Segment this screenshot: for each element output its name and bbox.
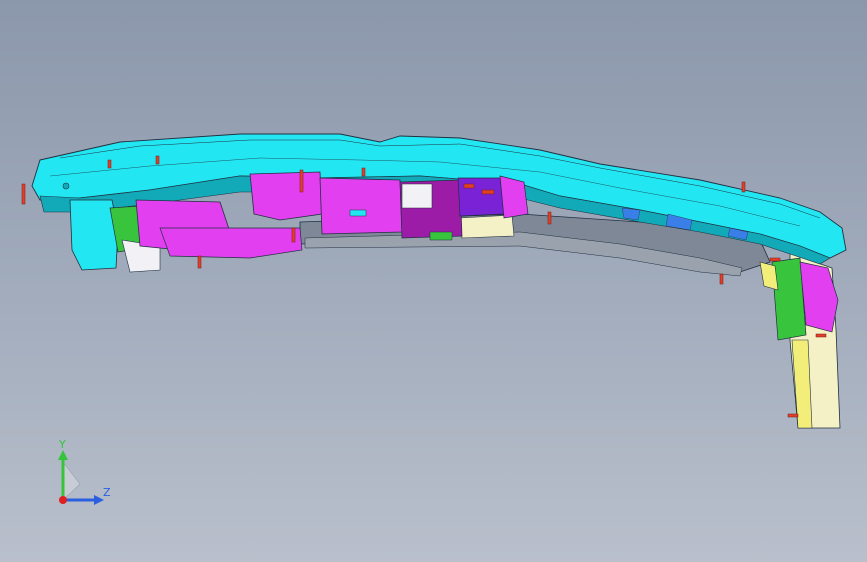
right-yellow-tab[interactable] — [759, 261, 779, 291]
fastener-pin[interactable] — [21, 183, 26, 205]
fastener-pin[interactable] — [481, 189, 495, 195]
triad-y-label: Y — [58, 438, 66, 451]
white-label-block[interactable] — [401, 183, 433, 209]
purple-block[interactable] — [457, 177, 505, 217]
fastener-pin[interactable] — [155, 155, 160, 165]
graphics-viewport[interactable]: Y Z — [0, 0, 867, 562]
cyan-inner-strip[interactable] — [349, 209, 367, 217]
cream-panel-center[interactable] — [459, 214, 515, 239]
triad-x-axis — [59, 496, 67, 504]
cad-assembly-model[interactable] — [0, 0, 867, 562]
fastener-pin[interactable] — [197, 255, 202, 269]
green-small-part[interactable] — [429, 231, 453, 241]
triad-z-label: Z — [103, 486, 111, 499]
fastener-pin[interactable] — [741, 181, 746, 193]
triad-y-arrow — [58, 450, 68, 460]
fastener-pin[interactable] — [107, 159, 112, 169]
fastener-pin[interactable] — [361, 167, 366, 177]
fastener-pin[interactable] — [719, 273, 724, 285]
fastener-pin[interactable] — [787, 413, 799, 418]
fastener-pin[interactable] — [463, 183, 475, 189]
magenta-block-center[interactable] — [319, 177, 403, 235]
magenta-block-left-lower[interactable] — [159, 227, 303, 259]
magenta-block-right[interactable] — [499, 175, 529, 219]
triad-origin-plane — [62, 461, 81, 501]
fastener-pin[interactable] — [769, 257, 781, 262]
mount-hole[interactable] — [62, 182, 70, 190]
fastener-pin[interactable] — [547, 211, 552, 225]
fastener-pin[interactable] — [815, 333, 827, 338]
fastener-pin[interactable] — [299, 169, 304, 193]
orientation-triad[interactable]: Y Z — [40, 438, 120, 518]
magenta-block-mid[interactable] — [249, 171, 323, 221]
fastener-pin[interactable] — [291, 227, 296, 243]
blue-patch-1[interactable] — [621, 207, 641, 221]
